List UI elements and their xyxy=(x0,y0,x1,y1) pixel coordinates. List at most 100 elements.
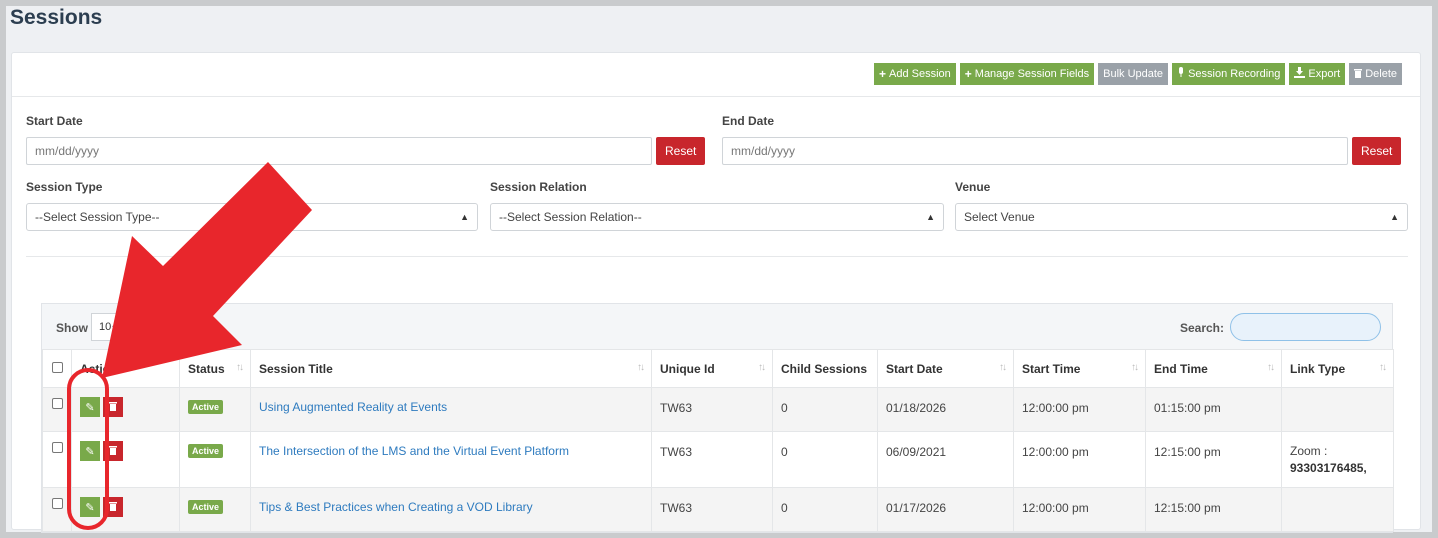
start-time-cell: 12:00:00 pm xyxy=(1013,431,1146,488)
unique-id-cell: TW63 xyxy=(651,487,773,532)
edit-button[interactable]: ✎ xyxy=(80,441,100,461)
title-cell: Using Augmented Reality at Events xyxy=(250,387,652,432)
sort-icon: ↑↓ xyxy=(1267,362,1275,373)
row-checkbox[interactable] xyxy=(51,498,63,509)
status-badge: Active xyxy=(188,500,224,514)
add-session-button[interactable]: + Add Session xyxy=(873,63,956,85)
sort-icon: ↑↓ xyxy=(758,362,766,373)
edit-icon: ✎ xyxy=(85,445,95,458)
row-checkbox[interactable] xyxy=(51,398,63,409)
child-sessions-cell: 0 xyxy=(772,431,878,488)
start-date-cell: 01/17/2026 xyxy=(877,487,1014,532)
start-time-cell: 12:00:00 pm xyxy=(1013,487,1146,532)
column-header-status[interactable]: Status ↑↓ xyxy=(179,349,251,388)
title-cell: Tips & Best Practices when Creating a VO… xyxy=(250,487,652,532)
delete-row-button[interactable] xyxy=(103,497,123,517)
datatable-controls: Show 10 ▾ Search: xyxy=(42,304,1392,349)
column-header-start-date[interactable]: Start Date ↑↓ xyxy=(877,349,1014,388)
session-title-link[interactable]: The Intersection of the LMS and the Virt… xyxy=(259,444,569,458)
sessions-datatable: Show 10 ▾ Search: Action Status ↑↓ Sessi… xyxy=(41,303,1394,533)
start-date-input[interactable]: mm/dd/yyyy xyxy=(26,137,652,165)
start-date-reset-button[interactable]: Reset xyxy=(656,137,706,165)
venue-label: Venue xyxy=(955,180,991,194)
session-type-label: Session Type xyxy=(26,180,103,194)
row-select-cell xyxy=(42,487,72,532)
divider xyxy=(26,256,1408,257)
plus-icon: + xyxy=(964,67,972,81)
end-date-label: End Date xyxy=(722,114,775,128)
status-cell: Active xyxy=(179,431,251,488)
sort-icon: ↑↓ xyxy=(236,362,244,373)
session-title-link[interactable]: Using Augmented Reality at Events xyxy=(259,400,447,414)
column-header-start-time[interactable]: Start Time ↑↓ xyxy=(1013,349,1146,388)
column-header-unique-id[interactable]: Unique Id ↑↓ xyxy=(651,349,773,388)
edit-button[interactable]: ✎ xyxy=(80,397,100,417)
child-sessions-cell: 0 xyxy=(772,487,878,532)
link-type-label: Zoom : xyxy=(1290,444,1328,458)
manage-session-fields-button[interactable]: + Manage Session Fields xyxy=(959,63,1095,85)
caret-icon: ▾ xyxy=(112,322,117,332)
status-badge: Active xyxy=(188,444,224,458)
delete-row-button[interactable] xyxy=(103,441,123,461)
link-type-cell: Zoom : 93303176485, xyxy=(1281,431,1394,488)
row-select-cell xyxy=(42,387,72,432)
title-cell: The Intersection of the LMS and the Virt… xyxy=(250,431,652,488)
column-header-session-title[interactable]: Session Title ↑↓ xyxy=(250,349,652,388)
export-button[interactable]: Export xyxy=(1289,63,1346,85)
sort-icon: ↑↓ xyxy=(637,362,645,373)
session-relation-select[interactable]: --Select Session Relation-- ▲︎ xyxy=(490,203,944,231)
trash-icon xyxy=(109,445,117,458)
session-type-select[interactable]: --Select Session Type-- ▲︎ xyxy=(26,203,478,231)
start-date-label: Start Date xyxy=(26,114,83,128)
row-checkbox[interactable] xyxy=(51,442,63,453)
select-all-header xyxy=(42,349,72,388)
column-header-child-sessions: Child Sessions xyxy=(772,349,878,388)
table-row: ✎ Active Tips & Best Practices when Crea… xyxy=(42,487,1394,532)
session-recording-button[interactable]: Session Recording xyxy=(1172,63,1286,85)
plus-icon: + xyxy=(878,67,886,81)
caret-icon: ▲︎ xyxy=(1390,212,1399,222)
end-time-cell: 01:15:00 pm xyxy=(1145,387,1282,432)
search-input[interactable] xyxy=(1230,313,1381,341)
end-date-reset-button[interactable]: Reset xyxy=(1352,137,1402,165)
session-title-link[interactable]: Tips & Best Practices when Creating a VO… xyxy=(259,500,533,514)
unique-id-cell: TW63 xyxy=(651,387,773,432)
action-cell: ✎ xyxy=(71,387,180,432)
end-date-input[interactable]: mm/dd/yyyy xyxy=(722,137,1348,165)
edit-button[interactable]: ✎ xyxy=(80,497,100,517)
unique-id-cell: TW63 xyxy=(651,431,773,488)
edit-icon: ✎ xyxy=(85,401,95,414)
link-type-value: 93303176485, xyxy=(1290,461,1367,475)
status-badge: Active xyxy=(188,400,224,414)
action-cell: ✎ xyxy=(71,487,180,532)
edit-icon: ✎ xyxy=(85,501,95,514)
caret-icon: ▲︎ xyxy=(926,212,935,222)
microphone-icon xyxy=(1177,67,1185,81)
action-cell: ✎ xyxy=(71,431,180,488)
start-time-cell: 12:00:00 pm xyxy=(1013,387,1146,432)
toolbar: + Add Session + Manage Session Fields Bu… xyxy=(12,53,1420,97)
session-relation-label: Session Relation xyxy=(490,180,587,194)
start-date-cell: 06/09/2021 xyxy=(877,431,1014,488)
venue-select[interactable]: Select Venue ▲︎ xyxy=(955,203,1408,231)
page-length-select[interactable]: 10 ▾ xyxy=(91,313,127,341)
bulk-update-button[interactable]: Bulk Update xyxy=(1098,63,1169,85)
page-title: Sessions xyxy=(10,6,103,29)
status-cell: Active xyxy=(179,387,251,432)
table-row: ✎ Active Using Augmented Reality at Even… xyxy=(42,387,1394,432)
show-label: Show xyxy=(56,321,88,335)
select-all-checkbox[interactable] xyxy=(51,361,63,373)
link-type-cell xyxy=(1281,387,1394,432)
delete-button[interactable]: Delete xyxy=(1349,63,1402,85)
search-label: Search: xyxy=(1179,321,1224,335)
column-header-end-time[interactable]: End Time ↑↓ xyxy=(1145,349,1282,388)
delete-row-button[interactable] xyxy=(103,397,123,417)
sort-icon: ↑↓ xyxy=(999,362,1007,373)
sort-icon: ↑↓ xyxy=(1131,362,1139,373)
trash-icon xyxy=(1354,68,1363,81)
caret-icon: ▲︎ xyxy=(460,212,469,222)
row-select-cell xyxy=(42,431,72,488)
download-icon xyxy=(1294,67,1306,81)
column-header-link-type[interactable]: Link Type ↑↓ xyxy=(1281,349,1394,388)
column-header-action[interactable]: Action xyxy=(71,349,180,388)
